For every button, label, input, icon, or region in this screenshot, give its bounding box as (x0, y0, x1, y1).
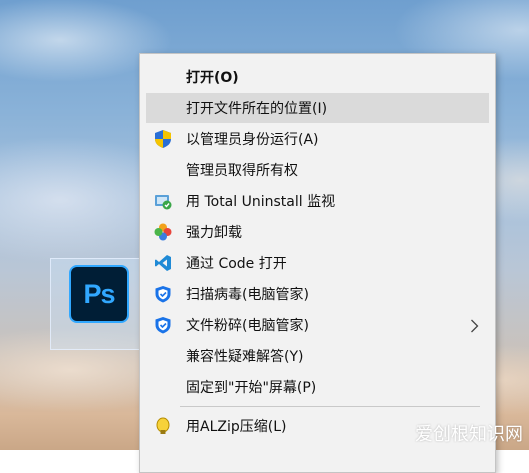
alzip-icon (154, 417, 172, 435)
menu-item-shred-file[interactable]: 文件粉碎(电脑管家) (146, 310, 489, 340)
menu-item-label: 强力卸载 (186, 225, 242, 241)
menu-item-label: 文件粉碎(电脑管家) (186, 318, 309, 334)
menu-item-label: 打开(O) (186, 70, 239, 86)
pc-manager-shield-icon (154, 285, 172, 303)
menu-item-label: 固定到"开始"屏幕(P) (186, 380, 317, 396)
vscode-icon (154, 254, 172, 272)
menu-item-label: 用 Total Uninstall 监视 (186, 194, 336, 210)
menu-item-open[interactable]: 打开(O) (146, 62, 489, 92)
menu-item-label: 扫描病毒(电脑管家) (186, 287, 309, 303)
menu-item-open-with-code[interactable]: 通过 Code 打开 (146, 248, 489, 278)
context-menu: 打开(O) 打开文件所在的位置(I) 以管理员身份运行(A) 管理员取得所有权 … (139, 53, 496, 473)
chevron-right-icon (470, 318, 479, 337)
menu-item-scan-virus[interactable]: 扫描病毒(电脑管家) (146, 279, 489, 309)
photoshop-icon[interactable]: Ps (69, 265, 129, 323)
menu-item-pin-to-start[interactable]: 固定到"开始"屏幕(P) (146, 372, 489, 402)
menu-item-run-as-admin[interactable]: 以管理员身份运行(A) (146, 124, 489, 154)
menu-item-label: 以管理员身份运行(A) (186, 132, 319, 148)
menu-item-label: 通过 Code 打开 (186, 256, 287, 272)
menu-item-label: 打开文件所在的位置(I) (186, 101, 328, 117)
total-uninstall-icon (154, 192, 172, 210)
menu-item-force-uninstall[interactable]: 强力卸载 (146, 217, 489, 247)
menu-item-total-uninstall-monitor[interactable]: 用 Total Uninstall 监视 (146, 186, 489, 216)
menu-item-compat-troubleshoot[interactable]: 兼容性疑难解答(Y) (146, 341, 489, 371)
uac-shield-icon (154, 130, 172, 148)
watermark: 爱创根知识网 (415, 424, 523, 445)
menu-item-label: 管理员取得所有权 (186, 163, 298, 179)
clover-icon (154, 223, 172, 241)
menu-item-open-file-location[interactable]: 打开文件所在的位置(I) (146, 93, 489, 123)
menu-item-take-ownership[interactable]: 管理员取得所有权 (146, 155, 489, 185)
photoshop-icon-label: Ps (83, 278, 115, 309)
menu-item-label: 用ALZip压缩(L) (186, 419, 287, 435)
menu-item-label: 兼容性疑难解答(Y) (186, 349, 304, 365)
menu-separator (180, 406, 480, 407)
pc-manager-shield-icon (154, 316, 172, 334)
